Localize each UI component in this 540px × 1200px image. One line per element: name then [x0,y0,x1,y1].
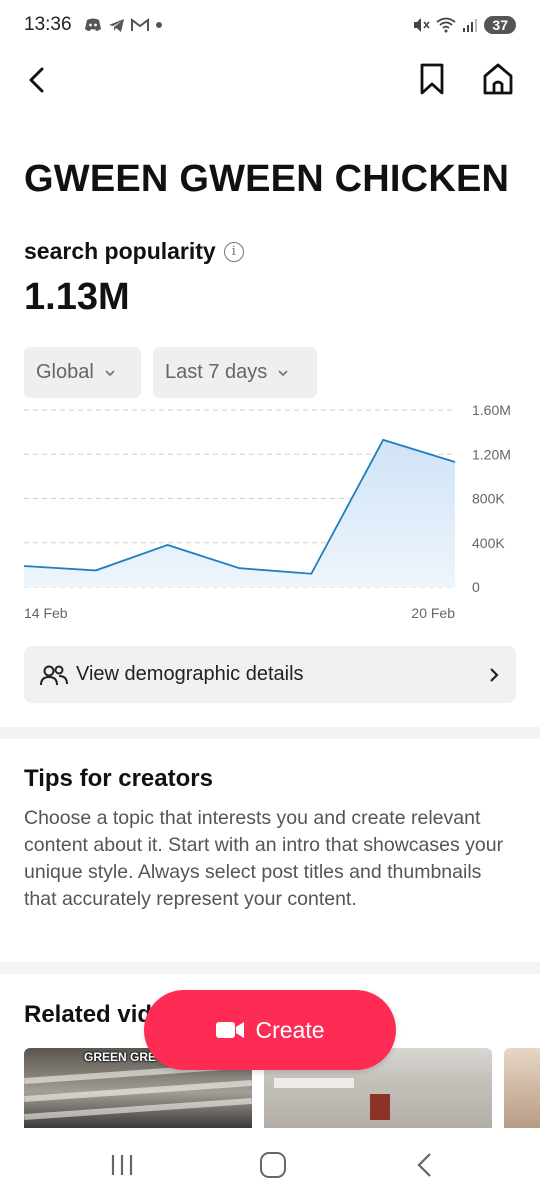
chart-area [24,439,455,587]
search-popularity-value: 1.13M [24,276,130,318]
search-popularity-label: search popularity i [24,238,244,265]
discord-icon [84,18,101,31]
create-button-label: Create [255,1016,325,1043]
notification-icons [84,18,163,33]
signal-icon [463,19,478,32]
mute-icon [414,18,431,32]
y-tick-label: 1.20M [472,446,511,462]
section-divider [0,962,540,974]
y-tick-label: 0 [472,579,480,595]
info-icon[interactable]: i [223,241,244,262]
thumbnail-caption: GREEN GRE [84,1050,157,1064]
search-popularity-text: search popularity [24,238,216,264]
video-thumbnail[interactable] [504,1048,540,1128]
wifi-icon [436,17,456,33]
y-tick-label: 400K [472,535,505,551]
tips-title: Tips for creators [24,765,213,792]
people-icon [40,665,68,685]
x-tick-label: 20 Feb [411,605,455,621]
popularity-chart: 1.60M 1.20M 800K 400K 0 14 Feb 20 Feb [23,402,511,621]
status-bar: 13:36 37 [0,0,540,50]
view-demographic-details-button[interactable]: View demographic details [24,646,516,703]
chevron-right-icon [490,667,499,682]
battery-indicator: 37 [484,16,516,34]
region-dropdown-label: Global [36,361,94,383]
bookmark-icon[interactable] [416,62,448,96]
region-dropdown[interactable]: Global [24,347,141,398]
chevron-down-icon [278,369,288,376]
chevron-down-icon [105,369,115,376]
home-button-icon[interactable] [260,1152,286,1178]
top-nav [0,56,540,104]
tips-body: Choose a topic that interests you and cr… [24,807,504,910]
demographic-label: View demographic details [76,663,304,685]
period-dropdown-label: Last 7 days [165,361,268,383]
y-tick-label: 1.60M [472,402,511,418]
dot-icon [155,22,162,28]
back-icon[interactable] [414,1152,434,1178]
telegram-icon [108,18,124,32]
section-divider [0,727,540,739]
period-dropdown[interactable]: Last 7 days [153,347,317,398]
status-right: 37 [412,16,516,34]
create-button[interactable]: Create [144,990,396,1070]
status-time: 13:36 [24,14,72,35]
x-tick-label: 14 Feb [24,605,68,621]
home-icon[interactable] [481,62,515,96]
recent-apps-icon[interactable] [110,1154,134,1176]
video-camera-icon [216,1022,245,1038]
related-videos-title: Related videos [24,1001,164,1028]
page-title: GWEEN GWEEN CHICKEN [24,158,510,200]
gmail-icon [130,18,149,31]
y-tick-label: 800K [472,491,505,507]
system-nav-bar [0,1128,540,1200]
chevron-left-icon[interactable] [22,64,54,96]
